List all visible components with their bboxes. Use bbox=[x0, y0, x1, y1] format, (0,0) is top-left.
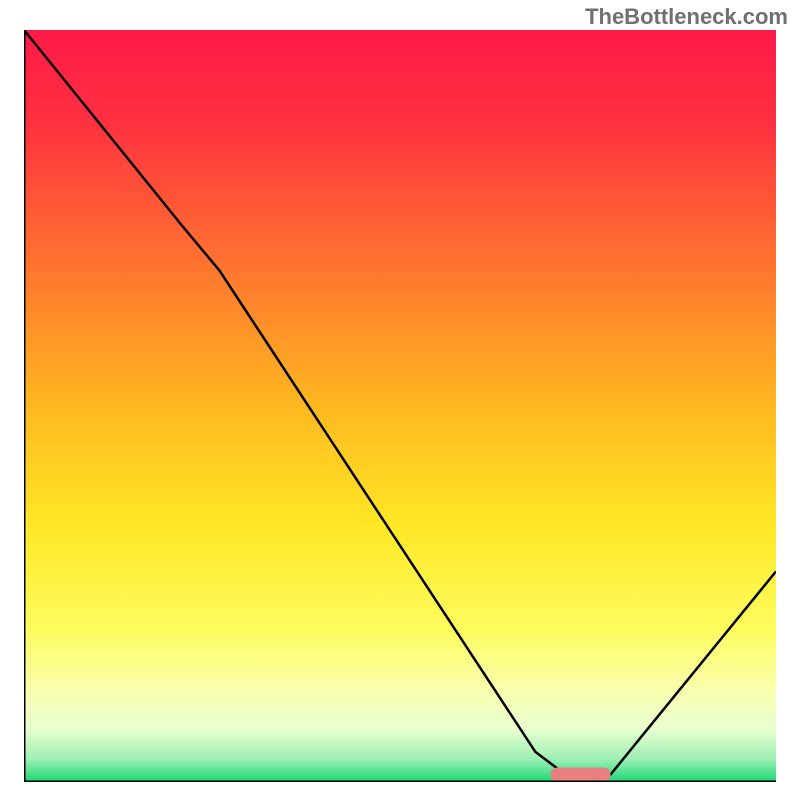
chart-plot-area bbox=[24, 30, 776, 782]
watermark-text: TheBottleneck.com bbox=[585, 4, 788, 30]
chart-marker bbox=[550, 767, 610, 781]
chart-background bbox=[24, 30, 776, 782]
chart-svg bbox=[24, 30, 776, 782]
